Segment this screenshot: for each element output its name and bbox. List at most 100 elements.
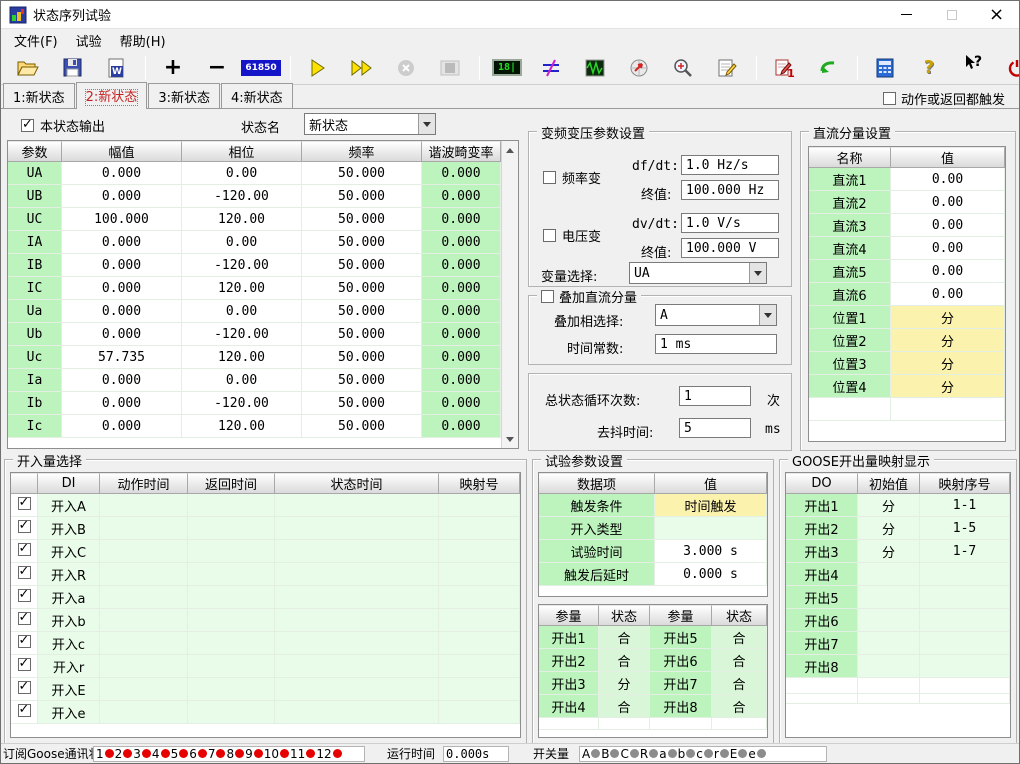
action-time-cell[interactable]: [100, 632, 188, 655]
variable-select[interactable]: UA: [629, 262, 767, 284]
df-dt-input[interactable]: [681, 155, 779, 175]
map-number-cell[interactable]: [439, 586, 520, 609]
map-number-cell[interactable]: [439, 632, 520, 655]
thd-cell[interactable]: 0.000: [422, 277, 501, 300]
close-button[interactable]: ×: [974, 1, 1019, 29]
trigger-on-both-checkbox[interactable]: 动作或返回都触发: [883, 89, 1005, 108]
phase-cell[interactable]: 120.00: [182, 277, 302, 300]
dc-value[interactable]: 0.00: [891, 168, 1005, 191]
return-time-cell[interactable]: [188, 678, 275, 701]
dc-value[interactable]: 分: [891, 306, 1005, 329]
dv-end-input[interactable]: [681, 238, 779, 258]
frequency-cell[interactable]: 50.000: [302, 369, 422, 392]
output-state[interactable]: 分: [599, 672, 650, 695]
return-time-cell[interactable]: [188, 517, 275, 540]
state-output-checkbox[interactable]: 本状态输出: [21, 116, 105, 135]
output-state[interactable]: 合: [712, 672, 767, 695]
dc-value[interactable]: 分: [891, 352, 1005, 375]
amplitude-cell[interactable]: 0.000: [62, 392, 182, 415]
action-time-cell[interactable]: [100, 609, 188, 632]
action-time-cell[interactable]: [100, 563, 188, 586]
dc-value[interactable]: 0.00: [891, 237, 1005, 260]
output-state[interactable]: 合: [599, 649, 650, 672]
run-button[interactable]: [303, 54, 333, 82]
dc-value[interactable]: 0.00: [891, 214, 1005, 237]
map-sequence[interactable]: 1-7: [920, 540, 1010, 563]
initial-value[interactable]: [858, 609, 920, 632]
action-time-cell[interactable]: [100, 586, 188, 609]
iec61850-button[interactable]: 61850: [246, 54, 276, 82]
frequency-cell[interactable]: 50.000: [302, 277, 422, 300]
amplitude-cell[interactable]: 100.000: [62, 208, 182, 231]
map-number-cell[interactable]: [439, 494, 520, 517]
menu-item-1[interactable]: 试验: [67, 29, 111, 52]
lcd-display-button[interactable]: 18|: [492, 54, 522, 82]
amplitude-cell[interactable]: 0.000: [62, 231, 182, 254]
thd-cell[interactable]: 0.000: [422, 300, 501, 323]
data-item-value[interactable]: 3.000 s: [655, 540, 767, 563]
frequency-cell[interactable]: 50.000: [302, 185, 422, 208]
dropdown-button[interactable]: [749, 263, 766, 283]
phase-cell[interactable]: 0.00: [182, 162, 302, 185]
return-time-cell[interactable]: [188, 632, 275, 655]
open-file-button[interactable]: [13, 54, 43, 82]
minimize-button[interactable]: [884, 1, 929, 29]
phase-cell[interactable]: 0.00: [182, 300, 302, 323]
thd-cell[interactable]: 0.000: [422, 323, 501, 346]
action-time-cell[interactable]: [100, 517, 188, 540]
map-number-cell[interactable]: [439, 563, 520, 586]
phase-cell[interactable]: 120.00: [182, 346, 302, 369]
phase-cell[interactable]: -120.00: [182, 323, 302, 346]
initial-value[interactable]: 分: [858, 517, 920, 540]
data-item-value[interactable]: 0.000 s: [655, 563, 767, 586]
frequency-cell[interactable]: 50.000: [302, 392, 422, 415]
state-time-cell[interactable]: [275, 540, 439, 563]
di-checkbox[interactable]: [18, 612, 31, 625]
return-time-cell[interactable]: [188, 494, 275, 517]
thd-cell[interactable]: 0.000: [422, 392, 501, 415]
state-time-cell[interactable]: [275, 517, 439, 540]
map-sequence[interactable]: [920, 563, 1010, 586]
map-sequence[interactable]: 1-1: [920, 494, 1010, 517]
output-state[interactable]: 合: [712, 649, 767, 672]
parameter-table-scrollbar[interactable]: [501, 141, 518, 448]
add-state-button[interactable]: +: [158, 54, 188, 82]
amplitude-cell[interactable]: 0.000: [62, 323, 182, 346]
scroll-up-button[interactable]: [502, 141, 518, 158]
menu-item-2[interactable]: 帮助(H): [111, 29, 175, 52]
map-sequence[interactable]: [920, 655, 1010, 678]
frequency-cell[interactable]: 50.000: [302, 346, 422, 369]
thd-cell[interactable]: 0.000: [422, 346, 501, 369]
di-checkbox[interactable]: [18, 497, 31, 510]
initial-value[interactable]: [858, 632, 920, 655]
map-sequence[interactable]: [920, 632, 1010, 655]
return-time-cell[interactable]: [188, 609, 275, 632]
tab-state-4[interactable]: 4:新状态: [221, 83, 293, 108]
output-state[interactable]: 合: [712, 626, 767, 649]
state-time-cell[interactable]: [275, 586, 439, 609]
save-button[interactable]: [57, 54, 87, 82]
amplitude-cell[interactable]: 0.000: [62, 254, 182, 277]
state-time-cell[interactable]: [275, 678, 439, 701]
thd-cell[interactable]: 0.000: [422, 185, 501, 208]
action-time-cell[interactable]: [100, 701, 188, 724]
return-time-cell[interactable]: [188, 586, 275, 609]
return-time-cell[interactable]: [188, 701, 275, 724]
tab-state-3[interactable]: 3:新状态: [148, 83, 220, 108]
amplitude-cell[interactable]: 0.000: [62, 162, 182, 185]
return-time-cell[interactable]: [188, 540, 275, 563]
phase-cell[interactable]: 120.00: [182, 415, 302, 438]
di-checkbox[interactable]: [18, 658, 31, 671]
thd-cell[interactable]: 0.000: [422, 162, 501, 185]
superpose-phase-select[interactable]: A: [655, 304, 777, 326]
di-checkbox[interactable]: [18, 543, 31, 556]
phase-cell[interactable]: 0.00: [182, 231, 302, 254]
initial-value[interactable]: 分: [858, 494, 920, 517]
calculator-button[interactable]: [870, 54, 900, 82]
output-state[interactable]: 合: [712, 695, 767, 718]
run-all-button[interactable]: [347, 54, 377, 82]
report-button[interactable]: [712, 54, 742, 82]
state-time-cell[interactable]: [275, 701, 439, 724]
dv-dt-input[interactable]: [681, 213, 779, 233]
data-item-value[interactable]: [655, 517, 767, 540]
